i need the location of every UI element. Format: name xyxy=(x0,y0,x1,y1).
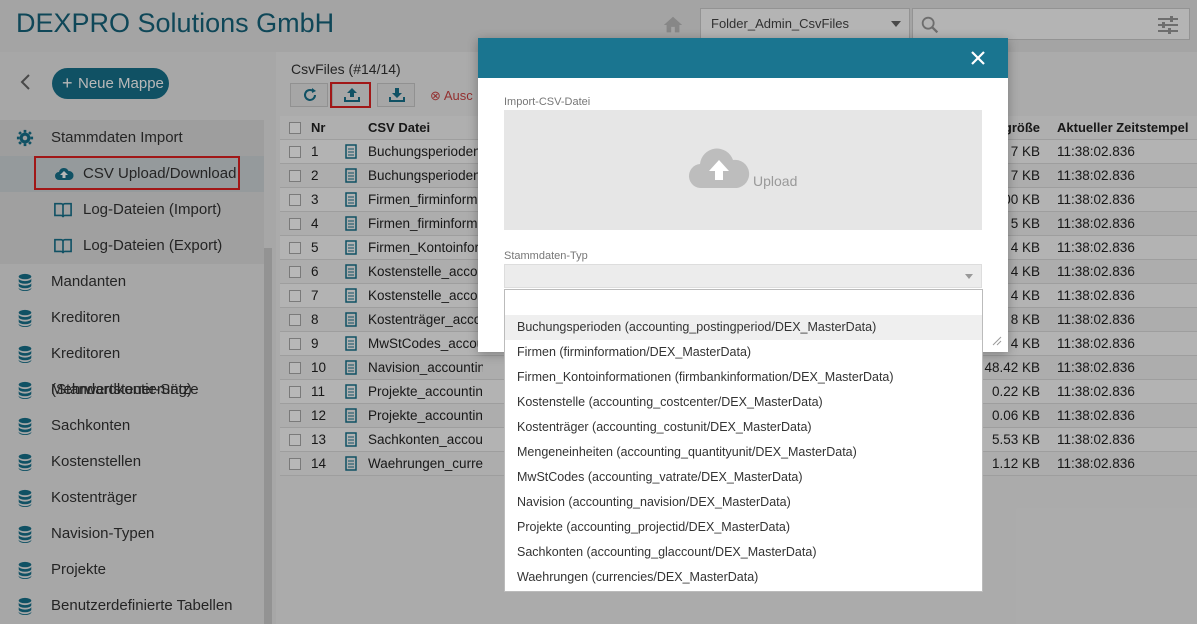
type-dropdown: Buchungsperioden (accounting_postingperi… xyxy=(504,289,983,592)
dropdown-option[interactable]: Projekte (accounting_projectid/DEX_Maste… xyxy=(505,515,982,540)
dropdown-option[interactable]: Firmen_Kontoinformationen (firmbankinfor… xyxy=(505,365,982,390)
dropdown-option[interactable]: Navision (accounting_navision/DEX_Master… xyxy=(505,490,982,515)
dropdown-option[interactable]: Firmen (firminformation/DEX_MasterData) xyxy=(505,340,982,365)
dropdown-option[interactable]: MwStCodes (accounting_vatrate/DEX_Master… xyxy=(505,465,982,490)
dropdown-option[interactable]: Buchungsperioden (accounting_postingperi… xyxy=(505,315,982,340)
upload-dropzone[interactable]: Upload xyxy=(504,110,982,230)
dropdown-option[interactable]: Kostenträger (accounting_costunit/DEX_Ma… xyxy=(505,415,982,440)
dropdown-option[interactable]: Sachkonten (accounting_glaccount/DEX_Mas… xyxy=(505,540,982,565)
dropdown-option[interactable]: Waehrungen (currencies/DEX_MasterData) xyxy=(505,565,982,590)
upload-label: Upload xyxy=(753,173,798,189)
resize-handle-icon[interactable] xyxy=(992,336,1002,346)
cloud-upload-icon xyxy=(688,148,750,189)
close-icon[interactable] xyxy=(970,50,986,66)
dropdown-search-input[interactable] xyxy=(507,292,980,314)
dialog-header xyxy=(478,38,1008,78)
import-file-label: Import-CSV-Datei xyxy=(504,96,591,108)
type-label: Stammdaten-Typ xyxy=(504,250,588,262)
chevron-down-icon xyxy=(965,274,973,279)
dropdown-option[interactable]: Kostenstelle (accounting_costcenter/DEX_… xyxy=(505,390,982,415)
dropdown-option[interactable]: Mengeneinheiten (accounting_quantityunit… xyxy=(505,440,982,465)
stammdaten-type-select[interactable] xyxy=(504,264,982,288)
